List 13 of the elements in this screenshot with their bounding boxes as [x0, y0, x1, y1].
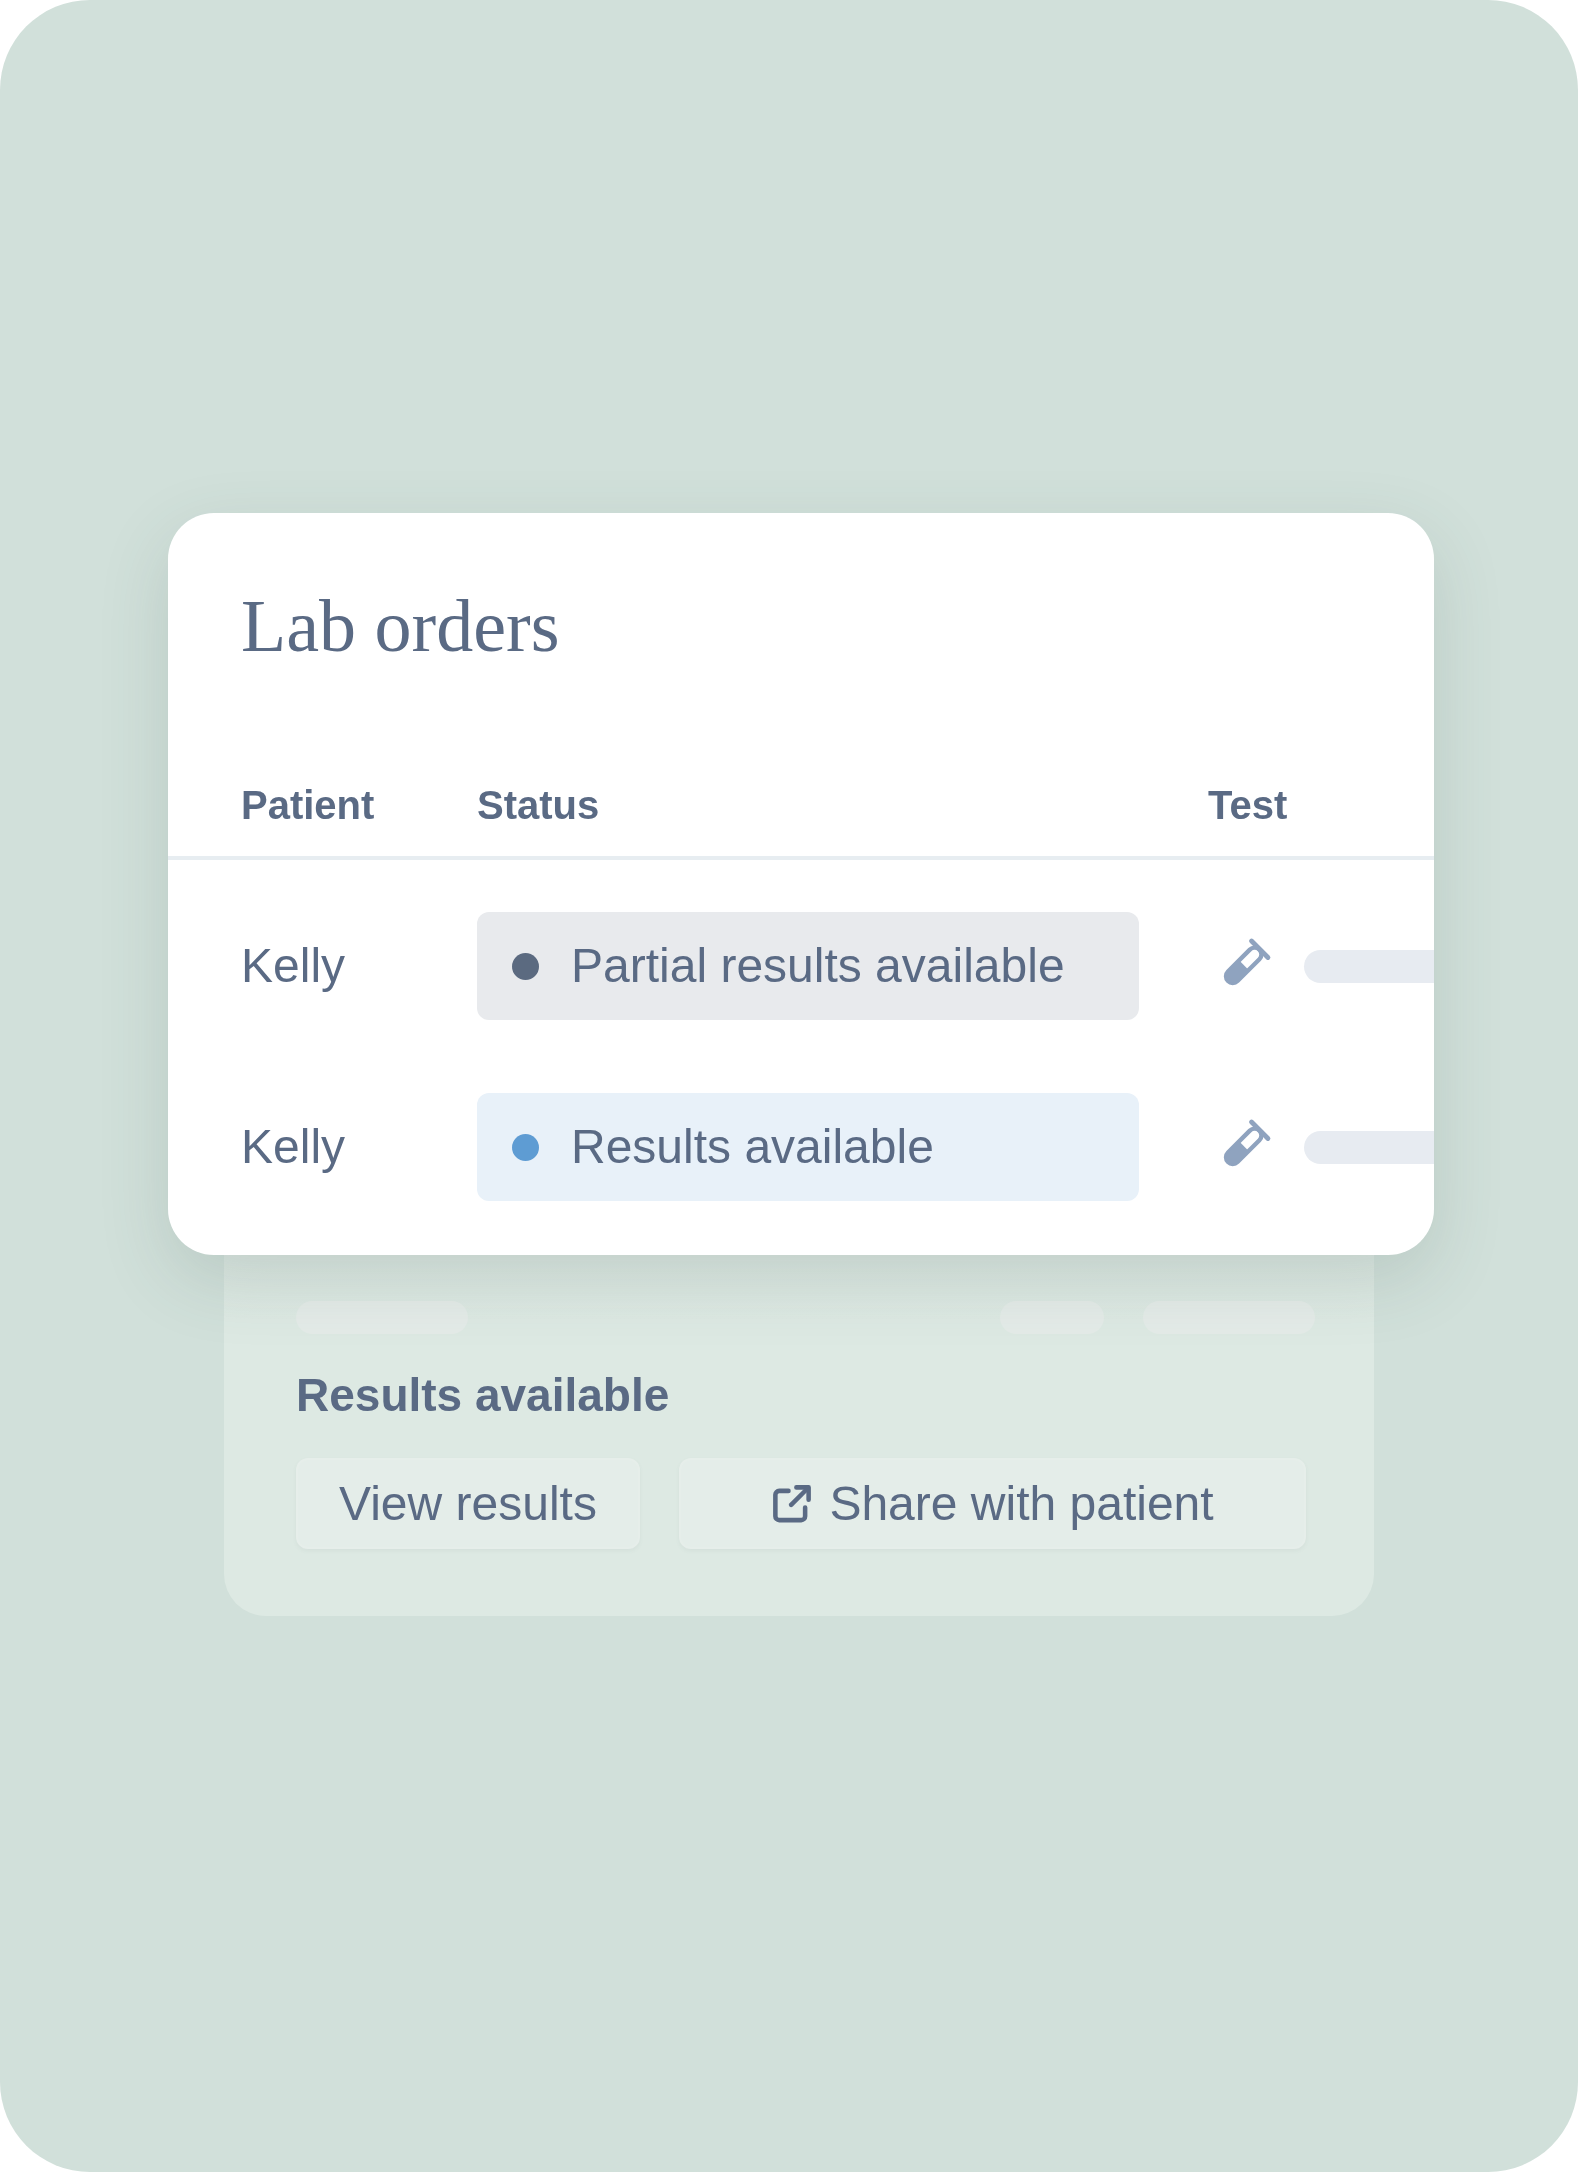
column-header: Patient [241, 782, 375, 829]
view-results-button[interactable]: View results [296, 1458, 640, 1549]
results-heading: Results available [296, 1368, 671, 1423]
status-label: Results available [571, 1119, 934, 1175]
column-header: Status [477, 782, 600, 829]
patient-name: Kelly [241, 938, 346, 994]
card-title: Lab orders [240, 584, 561, 669]
status-label: Partial results available [571, 938, 1065, 994]
patient-name: Kelly [241, 1119, 346, 1175]
button-label: Share with patient [829, 1475, 1214, 1532]
external-link-icon [771, 1482, 814, 1525]
column-header: Test [1208, 782, 1288, 829]
share-button[interactable]: Share with patient [679, 1458, 1306, 1549]
